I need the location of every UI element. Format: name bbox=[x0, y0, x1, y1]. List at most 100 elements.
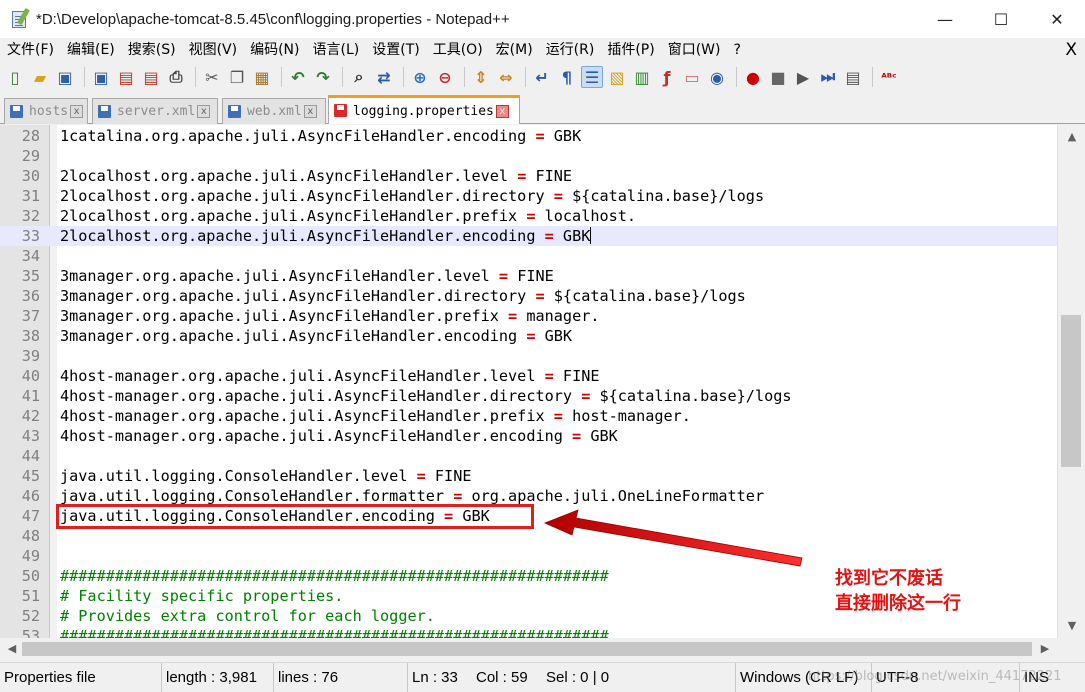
word-wrap-icon[interactable]: ↵ bbox=[531, 66, 553, 88]
tab-hosts[interactable]: hosts x bbox=[4, 98, 88, 124]
menu-encoding[interactable]: 编码(N) bbox=[243, 38, 305, 62]
close-window-button[interactable]: ✕ bbox=[1029, 0, 1085, 38]
new-file-icon[interactable]: ▯ bbox=[4, 66, 26, 88]
save-icon[interactable]: ▣ bbox=[54, 66, 76, 88]
code-line[interactable]: 35 3manager.org.apache.juli.AsyncFileHand… bbox=[0, 266, 1057, 286]
doc-map-icon[interactable]: ▥ bbox=[631, 66, 653, 88]
vertical-scrollbar[interactable]: ▲ ▼ bbox=[1057, 125, 1085, 638]
run-macro-multiple-icon[interactable]: ⏭ bbox=[817, 66, 839, 88]
menu-file[interactable]: 文件(F) bbox=[0, 38, 60, 62]
code-line[interactable]: 29 bbox=[0, 146, 1057, 166]
menu-macro[interactable]: 宏(M) bbox=[489, 38, 539, 62]
menu-run[interactable]: 运行(R) bbox=[539, 38, 601, 62]
property-key: java.util.logging.ConsoleHandler.formatt… bbox=[60, 487, 454, 505]
undo-icon[interactable]: ↶ bbox=[287, 66, 309, 88]
stop-macro-icon[interactable]: ■ bbox=[767, 66, 789, 88]
code-line[interactable]: 40 4host-manager.org.apache.juli.AsyncFil… bbox=[0, 366, 1057, 386]
scroll-up-icon[interactable]: ▲ bbox=[1058, 127, 1085, 147]
line-number: 50 bbox=[21, 567, 40, 585]
menu-search[interactable]: 搜索(S) bbox=[121, 38, 182, 62]
tab-close-icon[interactable]: x bbox=[495, 104, 509, 118]
print-icon[interactable]: ⎙ bbox=[165, 66, 187, 88]
save-macro-icon[interactable]: ▤ bbox=[842, 66, 864, 88]
code-line[interactable]: 36 3manager.org.apache.juli.AsyncFileHand… bbox=[0, 286, 1057, 306]
vertical-scroll-thumb[interactable] bbox=[1061, 315, 1081, 467]
code-line[interactable]: 38 3manager.org.apache.juli.AsyncFileHand… bbox=[0, 326, 1057, 346]
code-line[interactable]: 53 ######################################… bbox=[0, 626, 1057, 638]
assignment-operator: = bbox=[553, 407, 563, 425]
close-icon[interactable]: ▤ bbox=[115, 66, 137, 88]
menu-plugins[interactable]: 插件(P) bbox=[600, 38, 660, 62]
menu-settings[interactable]: 设置(T) bbox=[365, 38, 425, 62]
paste-icon[interactable]: ▦ bbox=[251, 66, 273, 88]
code-line[interactable]: 39 bbox=[0, 346, 1057, 366]
assignment-operator: = bbox=[453, 487, 463, 505]
menu-help[interactable]: ? bbox=[727, 38, 747, 62]
folder-workspace-icon[interactable]: ▭ bbox=[681, 66, 703, 88]
save-all-icon[interactable]: ▣ bbox=[90, 66, 112, 88]
scroll-left-icon[interactable]: ◀ bbox=[2, 638, 22, 660]
tab-logging-properties[interactable]: logging.properties x bbox=[328, 95, 520, 124]
code-line[interactable]: 46 java.util.logging.ConsoleHandler.forma… bbox=[0, 486, 1057, 506]
code-line[interactable]: 42 4host-manager.org.apache.juli.AsyncFil… bbox=[0, 406, 1057, 426]
tab-close-icon[interactable]: x bbox=[197, 105, 211, 118]
play-macro-icon[interactable]: ▶ bbox=[792, 66, 814, 88]
minimize-button[interactable]: — bbox=[917, 0, 973, 38]
maximize-button[interactable]: ☐ bbox=[973, 0, 1029, 38]
code-line[interactable]: 44 bbox=[0, 446, 1057, 466]
menu-tools[interactable]: 工具(O) bbox=[426, 38, 489, 62]
menu-edit[interactable]: 编辑(E) bbox=[60, 38, 121, 62]
udl-icon[interactable]: ▧ bbox=[606, 66, 628, 88]
tab-close-icon[interactable]: x bbox=[303, 105, 317, 118]
tab-strip: hosts x server.xml x web.xml x logging.p… bbox=[0, 92, 1085, 124]
saved-file-icon bbox=[9, 104, 25, 120]
horizontal-scrollbar[interactable]: ◀ ▶ bbox=[0, 638, 1057, 660]
code-text: ########################################… bbox=[60, 566, 609, 586]
property-value: ${catalina.base}/logs bbox=[544, 287, 746, 305]
code-line[interactable]: 34 bbox=[0, 246, 1057, 266]
sync-horizontal-icon[interactable]: ⇔ bbox=[495, 66, 517, 88]
replace-icon[interactable]: ⇄ bbox=[373, 66, 395, 88]
code-line[interactable]: 41 4host-manager.org.apache.juli.AsyncFil… bbox=[0, 386, 1057, 406]
zoom-out-icon[interactable]: ⊖ bbox=[434, 66, 456, 88]
redo-icon[interactable]: ↷ bbox=[312, 66, 334, 88]
tab-close-icon[interactable]: x bbox=[70, 105, 84, 118]
tab-web-xml[interactable]: web.xml x bbox=[222, 98, 326, 124]
copy-icon[interactable]: ❐ bbox=[226, 66, 248, 88]
toolbar-separator bbox=[84, 67, 85, 87]
zoom-in-icon[interactable]: ⊕ bbox=[409, 66, 431, 88]
property-value: GBK bbox=[535, 327, 573, 345]
code-line[interactable]: 30 2localhost.org.apache.juli.AsyncFileHa… bbox=[0, 166, 1057, 186]
scroll-right-icon[interactable]: ▶ bbox=[1035, 638, 1055, 660]
sync-vertical-icon[interactable]: ⇕ bbox=[470, 66, 492, 88]
code-line[interactable]: 37 3manager.org.apache.juli.AsyncFileHand… bbox=[0, 306, 1057, 326]
show-all-chars-icon[interactable]: ¶ bbox=[556, 66, 578, 88]
tab-server-xml[interactable]: server.xml x bbox=[92, 98, 218, 124]
editor[interactable]: 28 1catalina.org.apache.juli.AsyncFileHan… bbox=[0, 125, 1057, 638]
cut-icon[interactable]: ✂ bbox=[201, 66, 223, 88]
menu-window[interactable]: 窗口(W) bbox=[661, 38, 727, 62]
line-number: 49 bbox=[21, 547, 40, 565]
record-macro-icon[interactable]: ● bbox=[742, 66, 764, 88]
assignment-operator: = bbox=[498, 267, 509, 285]
menu-language[interactable]: 语言(L) bbox=[306, 38, 366, 62]
find-icon[interactable]: ⌕ bbox=[348, 66, 370, 88]
close-document-button[interactable]: X bbox=[1065, 38, 1077, 62]
menu-view[interactable]: 视图(V) bbox=[182, 38, 244, 62]
code-line[interactable]: 48 bbox=[0, 526, 1057, 546]
scroll-down-icon[interactable]: ▼ bbox=[1058, 616, 1085, 636]
function-list-icon[interactable]: ƒ bbox=[656, 66, 678, 88]
spell-check-icon[interactable]: ᴬᴮᶜ bbox=[878, 66, 900, 88]
open-file-icon[interactable]: ▰ bbox=[29, 66, 51, 88]
code-line[interactable]: 28 1catalina.org.apache.juli.AsyncFileHan… bbox=[0, 126, 1057, 146]
code-line[interactable]: 33 2localhost.org.apache.juli.AsyncFileHa… bbox=[0, 226, 1057, 246]
code-line[interactable]: 32 2localhost.org.apache.juli.AsyncFileHa… bbox=[0, 206, 1057, 226]
indent-guide-icon[interactable]: ☰ bbox=[581, 66, 603, 88]
code-line[interactable]: 43 4host-manager.org.apache.juli.AsyncFil… bbox=[0, 426, 1057, 446]
code-line[interactable]: 49 bbox=[0, 546, 1057, 566]
monitor-icon[interactable]: ◉ bbox=[706, 66, 728, 88]
horizontal-scroll-thumb[interactable] bbox=[22, 642, 1032, 656]
code-line[interactable]: 45 java.util.logging.ConsoleHandler.level… bbox=[0, 466, 1057, 486]
code-line[interactable]: 31 2localhost.org.apache.juli.AsyncFileHa… bbox=[0, 186, 1057, 206]
close-all-icon[interactable]: ▤ bbox=[140, 66, 162, 88]
